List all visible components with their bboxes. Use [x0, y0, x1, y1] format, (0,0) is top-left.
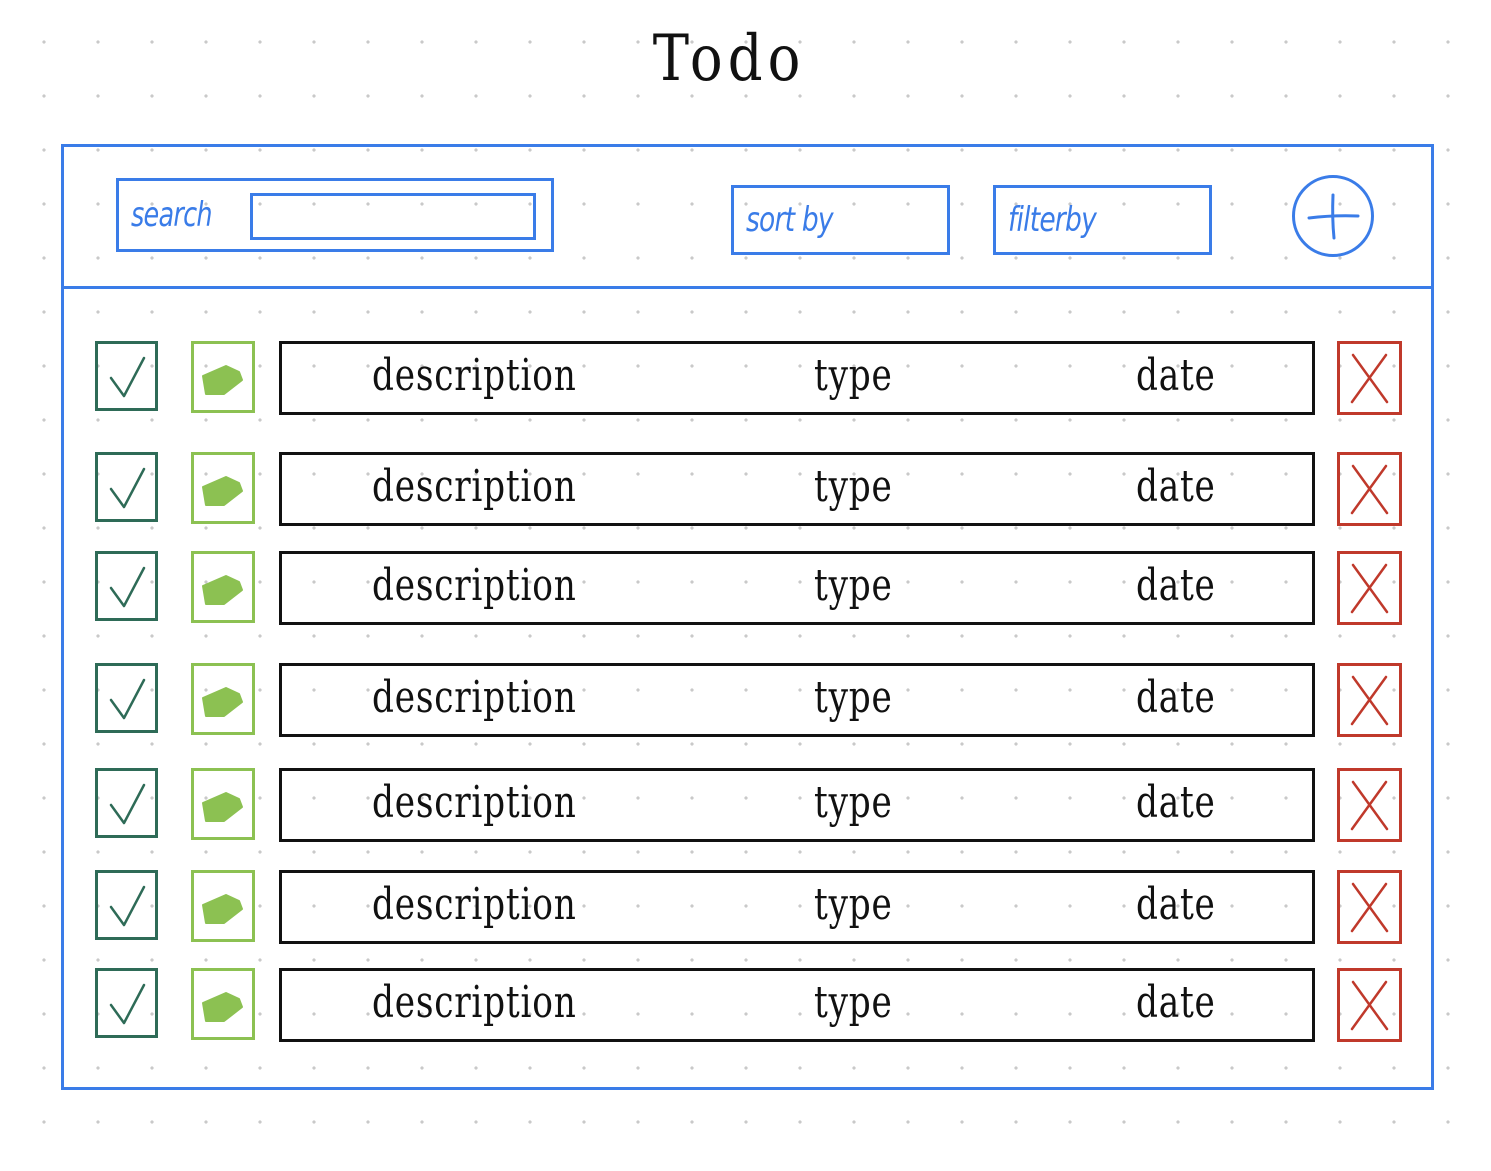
x-icon [1350, 563, 1389, 614]
filter-by-label: filterby [1008, 200, 1097, 240]
delete-button[interactable] [1337, 663, 1402, 737]
x-icon [1350, 882, 1389, 933]
todo-row: description type date [64, 768, 1431, 844]
todo-item[interactable]: description type date [279, 968, 1315, 1042]
pencil-icon [202, 792, 243, 822]
edit-button[interactable] [191, 663, 255, 735]
pencil-icon [202, 365, 243, 395]
todo-row: description type date [64, 551, 1431, 627]
complete-checkbox[interactable] [95, 663, 158, 733]
todo-row: description type date [64, 341, 1431, 417]
checkmark-icon [109, 885, 146, 927]
todo-row: description type date [64, 870, 1431, 946]
edit-button[interactable] [191, 341, 255, 413]
todo-type: type [814, 461, 893, 512]
complete-checkbox[interactable] [95, 551, 158, 621]
x-icon [1350, 675, 1389, 726]
todo-item[interactable]: description type date [279, 452, 1315, 526]
edit-button[interactable] [191, 452, 255, 524]
add-todo-button[interactable] [1292, 175, 1374, 257]
pencil-icon [202, 687, 243, 717]
checkmark-icon [109, 983, 146, 1025]
edit-button[interactable] [191, 768, 255, 840]
plus-icon [1307, 193, 1360, 240]
toolbar: search sort by filterby [64, 147, 1431, 289]
todo-row: description type date [64, 968, 1431, 1044]
checkmark-icon [109, 678, 146, 720]
todo-date: date [1136, 777, 1216, 828]
complete-checkbox[interactable] [95, 341, 158, 411]
sort-by-dropdown[interactable]: sort by [731, 185, 950, 255]
sort-by-label: sort by [746, 200, 834, 240]
todo-row: description type date [64, 663, 1431, 739]
todo-description: description [372, 879, 577, 930]
delete-button[interactable] [1337, 452, 1402, 526]
search-input[interactable] [250, 193, 536, 240]
todo-type: type [814, 350, 893, 401]
x-icon [1350, 353, 1389, 404]
edit-button[interactable] [191, 870, 255, 942]
todo-item[interactable]: description type date [279, 768, 1315, 842]
todo-date: date [1136, 350, 1216, 401]
checkmark-icon [109, 783, 146, 825]
todo-type: type [814, 777, 893, 828]
todo-date: date [1136, 461, 1216, 512]
todo-item[interactable]: description type date [279, 663, 1315, 737]
page-title: Todo [652, 22, 806, 96]
todo-item[interactable]: description type date [279, 551, 1315, 625]
todo-description: description [372, 350, 577, 401]
filter-by-dropdown[interactable]: filterby [993, 185, 1212, 255]
checkmark-icon [109, 356, 146, 398]
complete-checkbox[interactable] [95, 452, 158, 522]
checkmark-icon [109, 467, 146, 509]
x-icon [1350, 780, 1389, 831]
todo-item[interactable]: description type date [279, 870, 1315, 944]
todo-type: type [814, 879, 893, 930]
complete-checkbox[interactable] [95, 768, 158, 838]
todo-type: type [814, 560, 893, 611]
todo-description: description [372, 777, 577, 828]
pencil-icon [202, 992, 243, 1022]
checkmark-icon [109, 566, 146, 608]
todo-date: date [1136, 672, 1216, 723]
todo-description: description [372, 560, 577, 611]
todo-date: date [1136, 560, 1216, 611]
complete-checkbox[interactable] [95, 870, 158, 940]
edit-button[interactable] [191, 968, 255, 1040]
todo-row: description type date [64, 452, 1431, 528]
todo-date: date [1136, 977, 1216, 1028]
search-box: search [116, 178, 554, 252]
todo-description: description [372, 672, 577, 723]
delete-button[interactable] [1337, 968, 1402, 1042]
delete-button[interactable] [1337, 551, 1402, 625]
x-icon [1350, 980, 1389, 1031]
pencil-icon [202, 575, 243, 605]
search-label: search [131, 195, 213, 235]
todo-type: type [814, 977, 893, 1028]
x-icon [1350, 464, 1389, 515]
todo-date: date [1136, 879, 1216, 930]
delete-button[interactable] [1337, 341, 1402, 415]
complete-checkbox[interactable] [95, 968, 158, 1038]
todo-type: type [814, 672, 893, 723]
todo-description: description [372, 977, 577, 1028]
delete-button[interactable] [1337, 768, 1402, 842]
todo-description: description [372, 461, 577, 512]
pencil-icon [202, 894, 243, 924]
edit-button[interactable] [191, 551, 255, 623]
todo-app-frame: search sort by filterby description type… [61, 144, 1434, 1090]
pencil-icon [202, 476, 243, 506]
todo-item[interactable]: description type date [279, 341, 1315, 415]
delete-button[interactable] [1337, 870, 1402, 944]
